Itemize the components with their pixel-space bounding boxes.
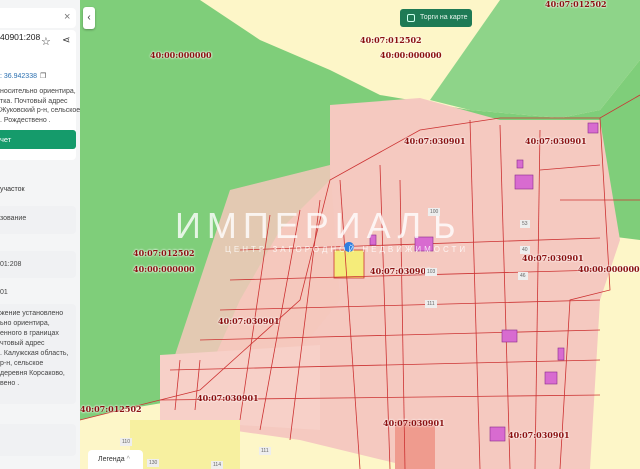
description-line: носительно ориентира, xyxy=(0,88,76,95)
coordinates: : 36.942338 xyxy=(0,73,37,80)
cadastral-number: 40901:208 xyxy=(0,32,41,42)
cadastral-label: 40:07:030901 xyxy=(370,266,432,276)
address-line: деревня Корсаково, xyxy=(0,370,65,377)
plot-number: 40 xyxy=(520,246,530,254)
address-line: р-н, сельское xyxy=(0,360,44,367)
cadastral-label: 40:07:012502 xyxy=(133,248,195,258)
share-icon[interactable]: ⋖ xyxy=(62,35,70,46)
usage-value: зование xyxy=(0,215,27,222)
cadastral-label: 40:00:000000 xyxy=(578,264,640,274)
collapse-sidebar-button[interactable]: ‹ xyxy=(83,7,95,29)
description-line: Жуковский р-н, сельское xyxy=(0,107,80,114)
address-line: вено . xyxy=(0,380,20,387)
number-value: 01:208 xyxy=(0,261,22,268)
close-icon[interactable]: × xyxy=(64,11,70,23)
description-line: . Рождествено . xyxy=(0,117,51,124)
watermark: ИМПЕРИАЛЪ xyxy=(175,205,462,246)
plot-number: 130 xyxy=(147,459,160,467)
info-field xyxy=(0,424,76,456)
cadastral-label: 40:00:000000 xyxy=(133,264,195,274)
checkbox-icon[interactable] xyxy=(407,14,415,22)
address-line: енного в границах xyxy=(0,330,59,337)
address-line: чтовый адрес xyxy=(0,340,45,347)
number-field: 01:208 xyxy=(0,251,76,278)
auctions-label: Торги на карте xyxy=(420,14,468,21)
plot-number: 46 xyxy=(518,272,528,280)
plot-number: 114 xyxy=(211,461,223,469)
cadastral-label: 40:07:030901 xyxy=(404,136,466,146)
usage-field: зование xyxy=(0,206,76,234)
legend-label: Легенда xyxy=(98,456,125,463)
cadastral-label: 40:00:000000 xyxy=(380,50,442,60)
address-field: жение установлено ьно ориентира, енного … xyxy=(0,304,76,404)
cadastral-label: 40:07:030901 xyxy=(522,253,584,263)
legend-button[interactable]: Легенда ^ xyxy=(88,450,143,469)
plot-number: 100 xyxy=(428,208,441,216)
watermark-subtitle: ЦЕНТР ЗАГОРОДНОЙ НЕДВИЖИМОСТИ xyxy=(225,245,469,254)
address-line: . Калужская область, xyxy=(0,350,69,357)
cadastral-label: 40:07:030901 xyxy=(508,430,570,440)
land-type: участок xyxy=(0,186,25,193)
star-icon[interactable]: ☆ xyxy=(41,35,51,48)
cadastral-label: 40:07:012502 xyxy=(80,404,142,414)
cadastral-label: 40:00:000000 xyxy=(150,50,212,60)
sidebar: × ☆ ⋖ 40901:208 : 36.942338 ❐ носительно… xyxy=(0,0,80,469)
plot-number: 53 xyxy=(520,220,530,228)
cadastral-label: 40:07:030901 xyxy=(383,418,445,428)
copy-icon[interactable]: ❐ xyxy=(40,72,46,80)
plot-number: 111 xyxy=(425,300,437,308)
cadastral-label: 40:07:030901 xyxy=(197,393,259,403)
chevron-up-icon: ^ xyxy=(126,456,130,463)
address-line: ьно ориентира, xyxy=(0,320,50,327)
auctions-toggle-button[interactable]: Торги на карте xyxy=(400,9,472,27)
plot-number: 103 xyxy=(425,268,438,276)
plot-number: 110 xyxy=(120,438,132,446)
cadastral-label: 40:07:030901 xyxy=(525,136,587,146)
object-card: ☆ ⋖ 40901:208 : 36.942338 ❐ носительно о… xyxy=(0,30,80,160)
cadastral-label: 40:07:030901 xyxy=(218,316,280,326)
report-button[interactable]: чет xyxy=(0,130,76,149)
cadastral-label: 40:07:012502 xyxy=(360,35,422,45)
address-line: жение установлено xyxy=(0,310,64,317)
search-bar[interactable]: × xyxy=(0,8,76,28)
quarter-value: 01 xyxy=(0,289,8,296)
cadastral-label: 40:07:012502 xyxy=(545,0,607,9)
plot-number: 111 xyxy=(259,447,271,455)
